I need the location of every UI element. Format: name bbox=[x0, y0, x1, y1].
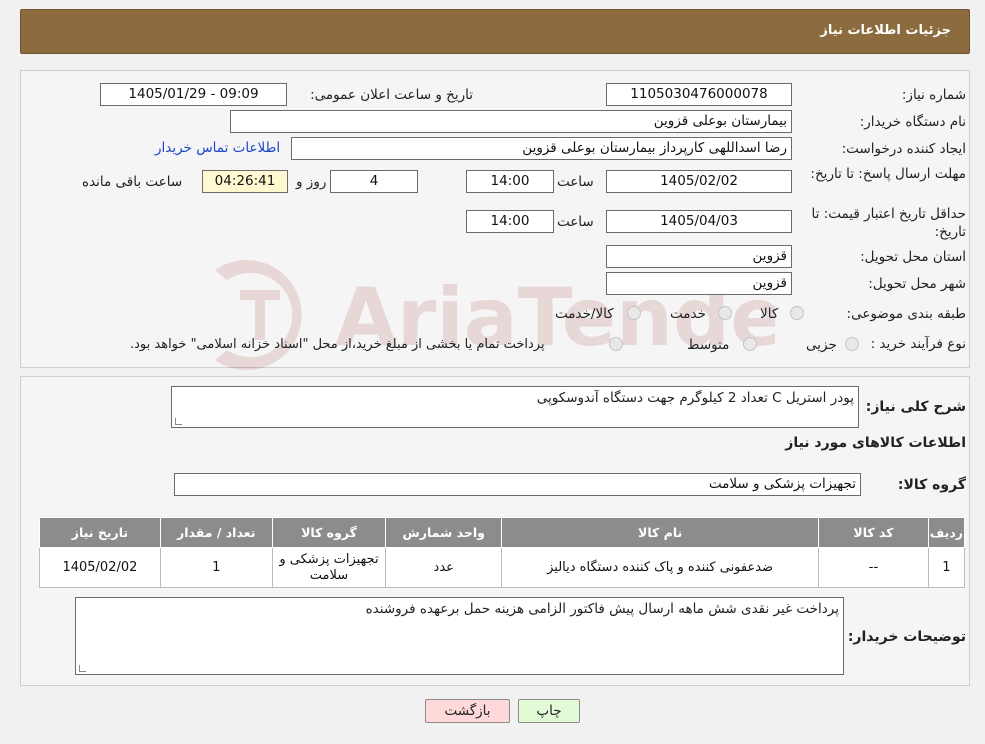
deadline-label: مهلت ارسال پاسخ: تا تاریخ: bbox=[810, 166, 966, 182]
goods-section-title: اطلاعات کالاهای مورد نیاز bbox=[785, 435, 966, 451]
deadline-time-field: 14:00 bbox=[466, 170, 554, 193]
table-row: 1 -- ضدعفونی کننده و پاک کننده دستگاه دی… bbox=[39, 547, 966, 588]
need-number-label: شماره نیاز: bbox=[901, 87, 966, 103]
days-remaining-field: 4 bbox=[330, 170, 418, 193]
deadline-time-label: ساعت bbox=[557, 174, 594, 190]
items-table-header: ردیف کد کالا نام کالا واحد شمارش گروه کا… bbox=[39, 517, 966, 548]
remaining-time-field: 04:26:41 bbox=[202, 170, 288, 193]
cell-code: -- bbox=[818, 547, 929, 588]
col-row: ردیف bbox=[927, 517, 966, 548]
city-label: شهر محل تحویل: bbox=[868, 276, 966, 292]
goods-group-field: تجهیزات پزشکی و سلامت bbox=[174, 473, 861, 496]
category-label: طبقه بندی موضوعی: bbox=[846, 306, 966, 322]
deadline-date-field: 1405/02/02 bbox=[606, 170, 792, 193]
creator-label: ایجاد کننده درخواست: bbox=[841, 141, 966, 157]
goods-group-label: گروه کالا: bbox=[897, 477, 966, 493]
validity-date-field: 1405/04/03 bbox=[606, 210, 792, 233]
category-option-goods-service: کالا/خدمت bbox=[555, 306, 614, 322]
validity-time-field: 14:00 bbox=[466, 210, 554, 233]
col-date: تاریخ نیاز bbox=[39, 517, 161, 548]
col-group: گروه کالا bbox=[271, 517, 387, 548]
remaining-time-label: ساعت باقی مانده bbox=[82, 174, 183, 190]
validity-time-label: ساعت bbox=[557, 214, 594, 230]
cell-row: 1 bbox=[927, 547, 966, 588]
description-field: پودر استریل C تعداد 2 کیلوگرم جهت دستگاه… bbox=[171, 386, 859, 428]
creator-field: رضا اسداللهی کارپرداز بیمارستان بوعلی قز… bbox=[291, 137, 792, 160]
category-option-service: خدمت bbox=[670, 306, 706, 322]
process-option-medium: متوسط bbox=[687, 337, 730, 353]
cell-group: تجهیزات پزشکی و سلامت bbox=[271, 547, 387, 588]
page-header: جزئیات اطلاعات نیاز bbox=[20, 9, 970, 54]
category-radio-service[interactable] bbox=[718, 306, 732, 320]
category-radio-goods-service[interactable] bbox=[627, 306, 641, 320]
process-radio-medium[interactable] bbox=[743, 337, 757, 351]
need-number-field: 1105030476000078 bbox=[606, 83, 792, 106]
city-field: قزوین bbox=[606, 272, 792, 295]
items-table: ردیف کد کالا نام کالا واحد شمارش گروه کا… bbox=[39, 517, 966, 588]
col-code: کد کالا bbox=[818, 517, 929, 548]
buyer-notes-text: پرداخت غیر نقدی شش ماهه ارسال پیش فاکتور… bbox=[365, 601, 839, 617]
announce-label: تاریخ و ساعت اعلان عمومی: bbox=[310, 87, 473, 103]
print-button[interactable]: چاپ bbox=[518, 699, 580, 723]
announce-field: 1405/01/29 - 09:09 bbox=[100, 83, 287, 106]
process-radio-minor[interactable] bbox=[845, 337, 859, 351]
category-option-goods: کالا bbox=[760, 306, 779, 322]
buyer-notes-label: توضیحات خریدار: bbox=[847, 629, 966, 645]
col-unit: واحد شمارش bbox=[385, 517, 503, 548]
col-name: نام کالا bbox=[501, 517, 820, 548]
page-title: جزئیات اطلاعات نیاز bbox=[820, 23, 951, 38]
back-button[interactable]: بازگشت bbox=[425, 699, 510, 723]
days-label: روز و bbox=[296, 174, 327, 190]
province-field: قزوین bbox=[606, 245, 792, 268]
cell-date: 1405/02/02 bbox=[39, 547, 161, 588]
province-label: استان محل تحویل: bbox=[860, 249, 966, 265]
buyer-org-field: بیمارستان بوعلی قزوین bbox=[230, 110, 792, 133]
col-quantity: تعداد / مقدار bbox=[159, 517, 273, 548]
cell-quantity: 1 bbox=[159, 547, 273, 588]
resize-grip-icon bbox=[79, 665, 86, 672]
validity-label: حداقل تاریخ اعتبار قیمت: تا تاریخ: bbox=[811, 206, 966, 240]
process-option-minor: جزیی bbox=[806, 337, 837, 353]
description-text: پودر استریل C تعداد 2 کیلوگرم جهت دستگاه… bbox=[536, 390, 854, 406]
buyer-org-label: نام دستگاه خریدار: bbox=[859, 114, 966, 130]
process-note: پرداخت تمام یا بخشی از مبلغ خرید،از محل … bbox=[130, 337, 545, 352]
resize-grip-icon bbox=[175, 418, 182, 425]
description-label: شرح کلی نیاز: bbox=[865, 399, 966, 415]
buyer-notes-field: پرداخت غیر نقدی شش ماهه ارسال پیش فاکتور… bbox=[75, 597, 844, 675]
buyer-contact-link[interactable]: اطلاعات تماس خریدار bbox=[155, 140, 280, 156]
category-radio-goods[interactable] bbox=[790, 306, 804, 320]
process-label: نوع فرآیند خرید : bbox=[870, 336, 966, 352]
cell-name: ضدعفونی کننده و پاک کننده دستگاه دیالیز bbox=[501, 547, 820, 588]
cell-unit: عدد bbox=[385, 547, 503, 588]
process-radio-treasury[interactable] bbox=[609, 337, 623, 351]
